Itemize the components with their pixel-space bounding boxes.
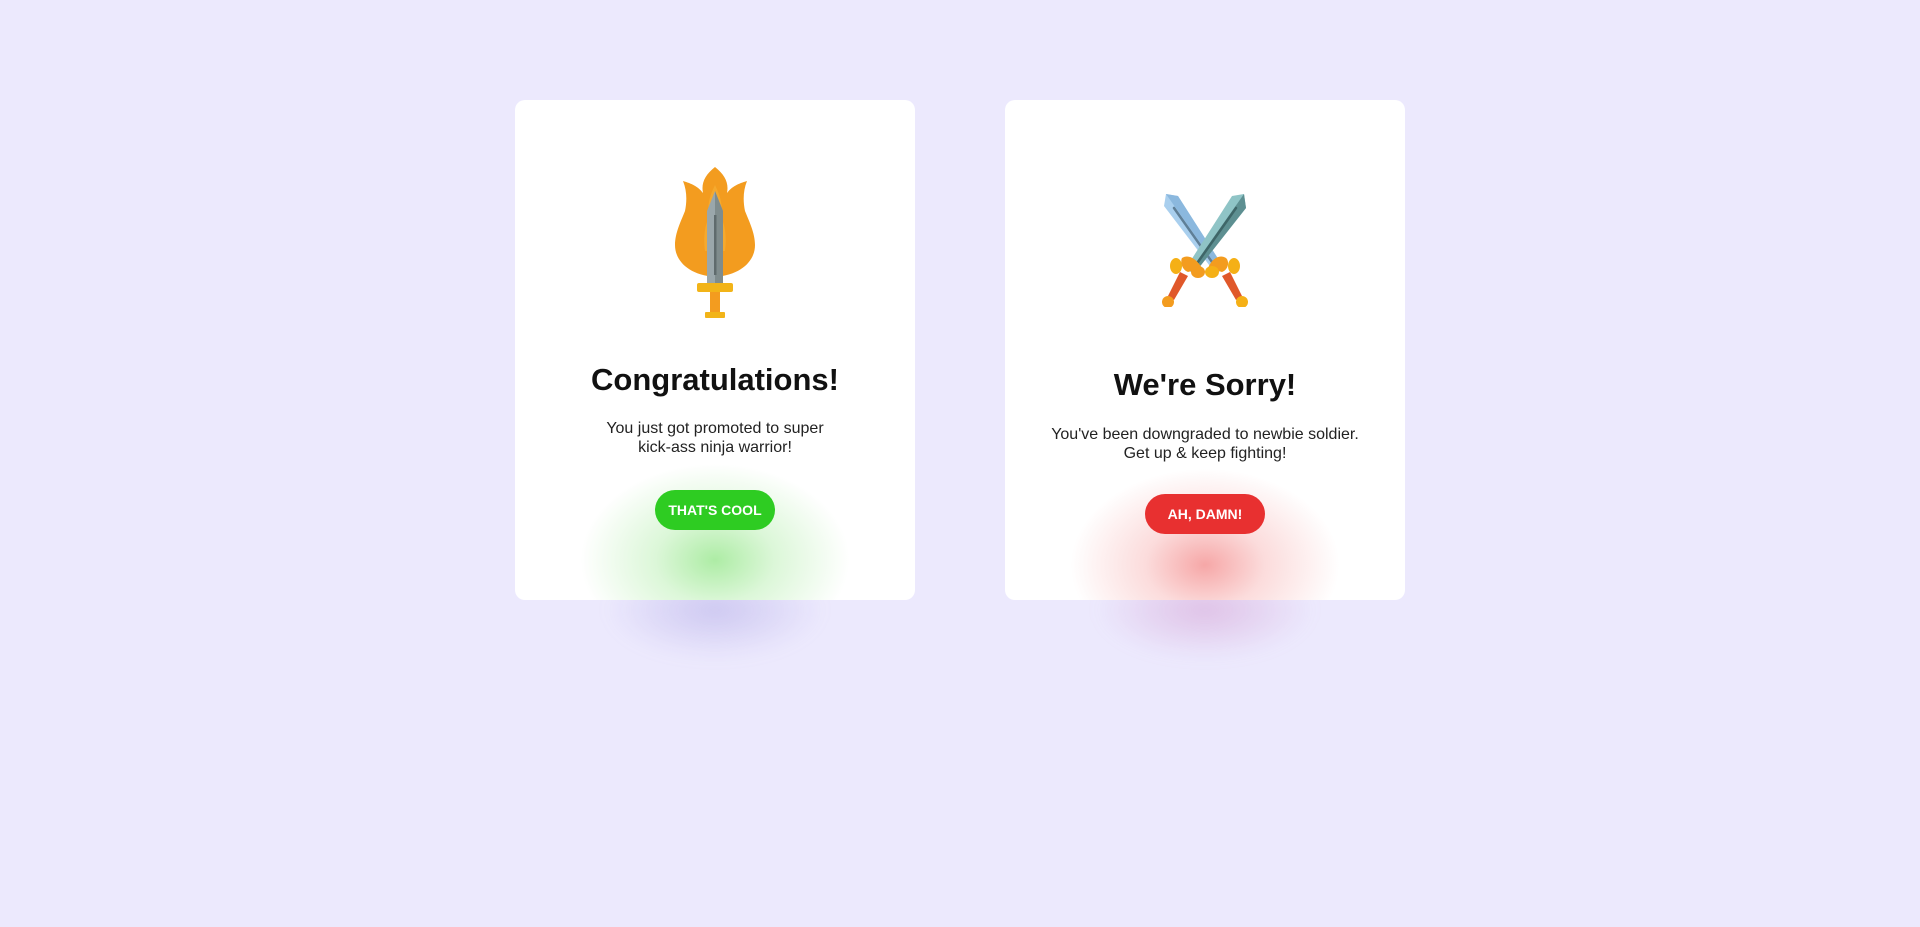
- success-card: Congratulations! You just got promoted t…: [515, 100, 915, 600]
- flaming-sword-icon: [675, 165, 755, 320]
- card-title: We're Sorry!: [1113, 367, 1297, 402]
- page: Congratulations! You just got promoted t…: [0, 0, 1920, 927]
- card-message: You've been downgraded to newbie soldier…: [1051, 426, 1359, 462]
- thats-cool-button[interactable]: THAT'S COOL: [655, 490, 775, 530]
- card-message: You just got promoted to super kick-ass …: [606, 420, 824, 456]
- card-title: Congratulations!: [591, 362, 839, 397]
- ah-damn-button[interactable]: AH, DAMN!: [1145, 494, 1265, 534]
- error-card: We're Sorry! You've been downgraded to n…: [1005, 100, 1405, 600]
- button-glow: [575, 460, 855, 600]
- crossed-swords-icon: [1160, 192, 1250, 308]
